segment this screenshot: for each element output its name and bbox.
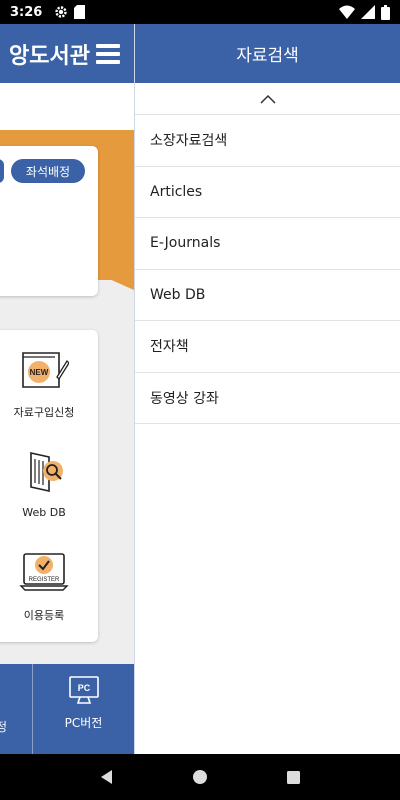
hamburger-menu-icon[interactable] [96,44,120,64]
pc-icon-text: PC [77,683,90,693]
status-bar: 3:26 [0,0,400,24]
wifi-icon [339,5,355,19]
drawer-item-label: E-Journals [150,235,221,252]
web-db-icon [30,452,63,492]
drawer-item-articles[interactable]: Articles [135,167,400,218]
background-app: 앙도서관 좌석배정 NEW 자료구입신청 Web DB REGISTER 이용등… [0,24,134,754]
signal-icon [361,5,375,19]
drawer-title: 자료검색 [236,46,299,66]
home-circle-icon [192,770,207,784]
tile-label: 이용등록 [23,609,65,622]
hidden-pill-button[interactable] [0,159,4,183]
register-badge-text: REGISTER [29,577,60,583]
battery-icon [381,4,390,20]
drawer-header: 자료검색 [135,24,400,83]
drawer-item-label: Articles [150,183,203,200]
drawer-item-label: 소장자료검색 [150,133,228,150]
sd-card-icon [74,5,86,19]
tile-register[interactable]: REGISTER 이용등록 [0,550,88,623]
drawer-item-label: 동영상 강좌 [150,390,219,407]
drawer-item-label: Web DB [150,286,206,303]
app-title: 앙도서관 [9,44,90,69]
back-triangle-icon [100,770,112,784]
nav-home-button[interactable] [180,757,220,797]
tile-label: 자료구입신청 [13,406,75,419]
status-time: 3:26 [10,4,43,20]
app-bottom-bar: 정 PC PC버전 [0,664,134,754]
seat-assign-button[interactable]: 좌석배정 [11,159,85,183]
nav-recents-button[interactable] [273,757,313,797]
nav-back-button[interactable] [87,757,127,797]
drawer-item-ebook[interactable]: 전자책 [135,321,400,373]
app-header: 앙도서관 [0,24,134,83]
recents-square-icon [286,770,300,784]
bottom-left-label[interactable]: 정 [0,718,7,735]
drawer-item-label: 전자책 [150,339,189,356]
gear-icon [55,6,68,18]
drawer-item-ejournals[interactable]: E-Journals [135,218,400,270]
register-icon: REGISTER [19,553,69,591]
tile-label: Web DB [22,506,66,519]
new-badge-text: NEW [30,368,49,377]
pc-monitor-icon: PC [68,676,99,704]
pc-version-label: PC버전 [64,716,103,730]
search-drawer: 자료검색 소장자료검색 Articles E-Journals Web DB 전… [134,24,400,754]
system-nav-bar [0,754,400,800]
new-book-icon: NEW [22,352,70,388]
drawer-item-holdings-search[interactable]: 소장자료검색 [135,115,400,167]
tile-web-db[interactable]: Web DB [0,449,88,519]
chevron-up-icon [259,94,276,104]
drawer-item-video-lecture[interactable]: 동영상 강좌 [135,373,400,424]
pc-version-button[interactable]: PC PC버전 [33,674,134,731]
tile-purchase-request[interactable]: NEW 자료구입신청 [0,347,88,420]
app-top-band [0,83,134,133]
collapse-button[interactable] [135,83,400,115]
drawer-item-webdb[interactable]: Web DB [135,270,400,321]
